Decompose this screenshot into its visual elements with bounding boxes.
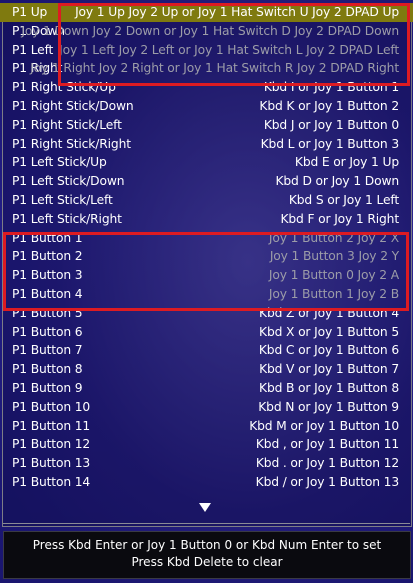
input-binding-value: Kbd . or Joy 1 Button 12	[255, 456, 399, 471]
highlight-box-buttons	[3, 232, 409, 311]
input-name-label: P1 Button 6	[12, 324, 83, 339]
input-row[interactable]: P1 Right Stick/Left Kbd J or Joy 1 Button…	[0, 116, 413, 135]
input-binding-value: Kbd S or Joy 1 Left	[288, 192, 399, 207]
down-arrow-icon[interactable]	[199, 503, 211, 512]
input-binding-value: Kbd F or Joy 1 Right	[280, 211, 399, 226]
input-name-label: P1 Button 9	[12, 380, 83, 395]
highlight-box-directions	[58, 3, 410, 86]
input-binding-value: Kbd E or Joy 1 Up	[294, 155, 399, 170]
input-name-label: P1 Button 8	[12, 362, 83, 377]
input-name-label: P1 Button 10	[12, 399, 91, 414]
footer-clear-instruction: Press Kbd Delete to clear	[131, 555, 283, 569]
input-row[interactable]: P1 Right Stick/Down Kbd K or Joy 1 Button…	[0, 97, 413, 116]
input-row[interactable]: P1 Button 11 Kbd M or Joy 1 Button 10	[0, 417, 413, 436]
input-binding-value: Kbd X or Joy 1 Button 5	[259, 324, 399, 339]
input-name-label: P1 Button 12	[12, 437, 91, 452]
input-row[interactable]: P1 Button 7 Kbd C or Joy 1 Button 6	[0, 341, 413, 360]
input-row[interactable]: P1 Left Stick/Up Kbd E or Joy 1 Up	[0, 153, 413, 172]
input-binding-value: Kbd V or Joy 1 Button 7	[259, 362, 399, 377]
input-binding-value: Kbd L or Joy 1 Button 3	[260, 136, 400, 151]
input-name-label: P1 Up	[12, 5, 48, 19]
input-row[interactable]: P1 Left Stick/Down Kbd D or Joy 1 Down	[0, 172, 413, 191]
input-name-label: P1 Left Stick/Up	[12, 155, 107, 170]
input-name-label: P1 Right Stick/Left	[12, 117, 122, 132]
input-row[interactable]: P1 Button 9 Kbd B or Joy 1 Button 8	[0, 379, 413, 398]
input-row[interactable]: P1 Button 13 Kbd . or Joy 1 Button 12	[0, 454, 413, 473]
input-binding-value: Kbd M or Joy 1 Button 10	[249, 418, 399, 433]
input-name-label: P1 Right Stick/Right	[12, 136, 131, 151]
input-name-label: P1 Left	[12, 42, 54, 57]
input-row[interactable]: P1 Button 8 Kbd V or Joy 1 Button 7	[0, 360, 413, 379]
input-row[interactable]: P1 Button 12 Kbd , or Joy 1 Button 11	[0, 435, 413, 454]
input-name-label: P1 Button 13	[12, 456, 91, 471]
footer-set-instruction: Press Kbd Enter or Joy 1 Button 0 or Kbd…	[32, 538, 382, 552]
menu-divider	[3, 523, 410, 524]
input-name-label: P1 Button 7	[12, 343, 83, 358]
input-row[interactable]: P1 Left Stick/Right Kbd F or Joy 1 Right	[0, 210, 413, 229]
input-name-label: P1 Left Stick/Right	[12, 211, 122, 226]
input-binding-value: Kbd J or Joy 1 Button 0	[263, 117, 399, 132]
input-binding-value: Kbd / or Joy 1 Button 13	[255, 474, 399, 489]
input-row[interactable]: P1 Button 10 Kbd N or Joy 1 Button 9	[0, 398, 413, 417]
input-name-label: P1 Button 14	[12, 474, 91, 489]
input-row[interactable]: P1 Left Stick/Left Kbd S or Joy 1 Left	[0, 191, 413, 210]
input-binding-value: Kbd , or Joy 1 Button 11	[255, 437, 399, 452]
input-name-label: P1 Button 11	[12, 418, 91, 433]
input-row[interactable]: P1 Button 14 Kbd / or Joy 1 Button 13	[0, 473, 413, 492]
input-name-label: P1 Right Stick/Down	[12, 98, 134, 113]
input-name-label: P1 Left Stick/Down	[12, 174, 125, 189]
input-binding-value: Kbd D or Joy 1 Down	[275, 174, 399, 189]
input-name-label: P1 Left Stick/Left	[12, 192, 113, 207]
input-binding-value: Kbd B or Joy 1 Button 8	[259, 380, 399, 395]
input-binding-value: Kbd K or Joy 1 Button 2	[259, 98, 399, 113]
input-row[interactable]: P1 Right Stick/Right Kbd L or Joy 1 Butto…	[0, 135, 413, 154]
input-binding-value: Kbd C or Joy 1 Button 6	[258, 343, 399, 358]
help-footer: Press Kbd Enter or Joy 1 Button 0 or Kbd…	[3, 531, 411, 579]
input-binding-value: Kbd N or Joy 1 Button 9	[258, 399, 399, 414]
input-row[interactable]: P1 Button 6 Kbd X or Joy 1 Button 5	[0, 323, 413, 342]
